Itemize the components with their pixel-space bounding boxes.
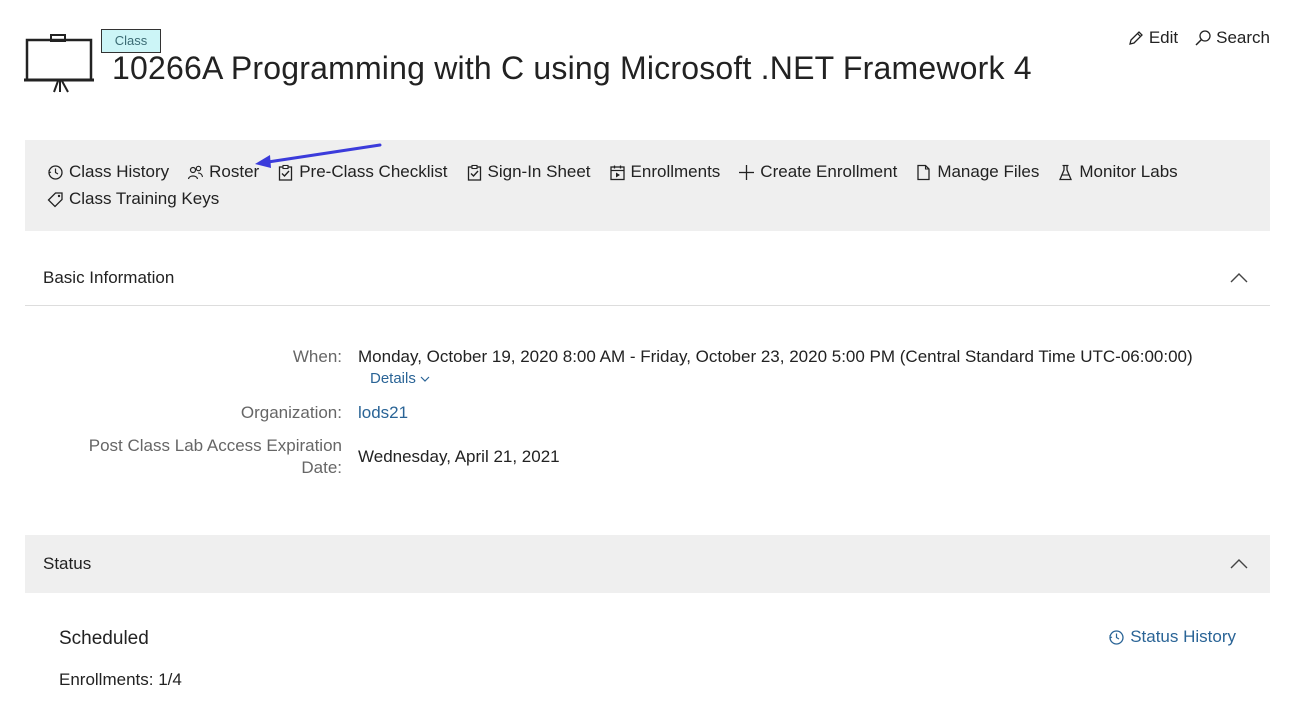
chevron-down-icon <box>420 376 430 382</box>
search-label: Search <box>1216 28 1270 47</box>
toolbar-create-enrollment-label: Create Enrollment <box>760 162 898 181</box>
annotation-arrow <box>255 143 382 168</box>
edit-label: Edit <box>1148 28 1179 47</box>
toolbar-class-history-label: Class History <box>69 162 170 181</box>
search-icon <box>1195 30 1211 46</box>
toolbar-roster[interactable]: Roster <box>187 162 259 182</box>
basic-information-heading: Basic Information <box>43 268 175 287</box>
pencil-icon <box>1128 31 1143 45</box>
page-header: Class 10266A Programming with C using Mi… <box>0 0 1290 130</box>
presentation-board-icon <box>24 34 94 93</box>
toolbar-class-history[interactable]: Class History <box>47 162 169 182</box>
status-history-link[interactable]: Status History <box>1108 627 1236 647</box>
toolbar-sign-in-sheet[interactable]: Sign-In Sheet <box>466 162 591 182</box>
when-value: Monday, October 19, 2020 8:00 AM - Frida… <box>358 347 1193 366</box>
toolbar-class-training-keys-label: Class Training Keys <box>69 189 220 208</box>
flask-icon <box>1059 164 1073 180</box>
history-icon <box>48 164 63 180</box>
document-icon <box>917 164 930 180</box>
toolbar-manage-files-label: Manage Files <box>937 162 1040 181</box>
calendar-icon <box>609 165 625 180</box>
expiration-label-line1: Post Class Lab Access Expiration <box>88 436 342 455</box>
expiration-value: Wednesday, April 21, 2021 <box>358 447 560 466</box>
status-header[interactable]: Status <box>25 535 1270 593</box>
tag-icon <box>47 191 63 207</box>
basic-information-header[interactable]: Basic Information <box>25 250 1270 306</box>
search-button[interactable]: Search <box>1194 28 1270 48</box>
toolbar-row: Class History Roster Pre-Class Checklist <box>47 162 1196 182</box>
history-icon <box>1109 629 1124 645</box>
details-link-label: Details <box>370 370 416 387</box>
toolbar-create-enrollment[interactable]: Create Enrollment <box>738 162 897 182</box>
status-heading: Status <box>43 554 92 573</box>
details-link[interactable]: Details <box>370 370 430 387</box>
clipboard-check-icon <box>467 164 481 181</box>
chevron-up-icon[interactable] <box>1230 272 1248 283</box>
organization-link[interactable]: lods21 <box>358 403 408 423</box>
toolbar-row: Class Training Keys <box>47 189 237 209</box>
status-state: Scheduled <box>59 628 149 649</box>
chevron-up-icon[interactable] <box>1230 559 1248 569</box>
toolbar-class-training-keys[interactable]: Class Training Keys <box>47 189 219 209</box>
page-title: 10266A Programming with C using Microsof… <box>112 50 1032 86</box>
enrollments-count: Enrollments: 1/4 <box>59 670 182 689</box>
toolbar-monitor-labs[interactable]: Monitor Labs <box>1057 162 1178 182</box>
toolbar-manage-files[interactable]: Manage Files <box>915 162 1039 182</box>
when-label: When: <box>292 347 342 366</box>
organization-label: Organization: <box>240 403 342 422</box>
edit-button[interactable]: Edit <box>1127 28 1178 48</box>
people-icon <box>188 165 204 179</box>
toolbar-sign-in-sheet-label: Sign-In Sheet <box>487 162 591 181</box>
class-toolbar: Class History Roster Pre-Class Checklist <box>25 140 1270 231</box>
toolbar-enrollments[interactable]: Enrollments <box>609 162 721 182</box>
plus-icon <box>739 164 755 180</box>
toolbar-monitor-labs-label: Monitor Labs <box>1079 162 1178 181</box>
toolbar-enrollments-label: Enrollments <box>630 162 721 181</box>
status-history-label: Status History <box>1130 627 1236 646</box>
top-actions: Edit Search <box>1127 28 1270 48</box>
expiration-label-line2: Date: <box>301 458 342 477</box>
